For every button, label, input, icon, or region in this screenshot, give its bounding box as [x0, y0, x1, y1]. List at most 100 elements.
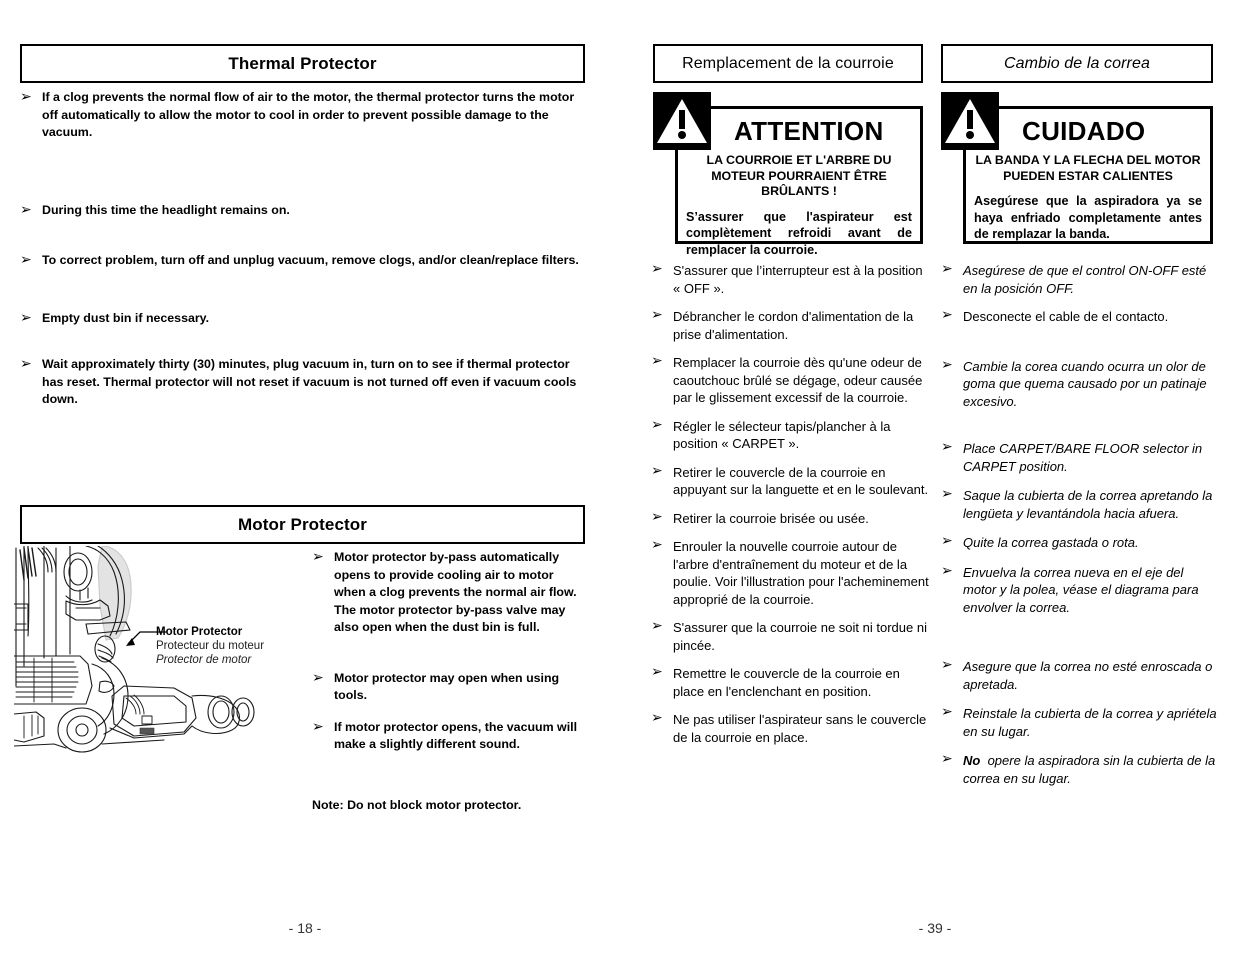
bullet-arrow-icon: ➢: [941, 562, 953, 579]
bullet-arrow-icon: ➢: [941, 356, 953, 373]
bullet-arrow-icon: ➢: [312, 669, 324, 686]
list-item: ➢ No opere la aspiradora sin la cubierta…: [941, 751, 1219, 787]
attention-warning-box-fr: ATTENTION LA COURROIE ET L'ARBRE DU MOTE…: [653, 92, 923, 257]
bullet-arrow-icon: ➢: [651, 462, 663, 479]
list-item: ➢ S'assurer que la courroie ne soit ni t…: [651, 618, 933, 654]
callout-label-fr: Protecteur du moteur: [156, 640, 265, 652]
list-item-text: Saque la cubierta de la correa apretando…: [963, 488, 1213, 521]
list-item-rest: opere la aspiradora sin la cubierta de l…: [963, 753, 1216, 786]
warning-word-fr: ATTENTION: [734, 115, 884, 146]
list-item-text: Cambie la corea cuando ocurra un olor de…: [963, 358, 1207, 409]
list-item-bold-prefix: No: [963, 753, 981, 768]
list-item: ➢ Envuelva la correa nueva en el eje del…: [941, 562, 1219, 617]
list-item-text: To correct problem, turn off and unplug …: [42, 253, 579, 267]
list-item-text: If motor protector opens, the vacuum wil…: [334, 719, 578, 752]
list-item: ➢ Saque la cubierta de la correa apretan…: [941, 486, 1219, 522]
bullet-arrow-icon: ➢: [941, 486, 953, 502]
motor-protector-title-box: Motor Protector: [20, 505, 585, 544]
list-item: ➢ Reinstale la cubierta de la correa y a…: [941, 704, 1219, 740]
list-item: ➢ Régler le sélecteur tapis/plancher à l…: [651, 417, 933, 453]
list-item-text: Motor protector by-pass automatically op…: [334, 550, 577, 634]
bullet-arrow-icon: ➢: [651, 710, 663, 726]
warning-caps-es: LA BANDA Y LA FLECHA DEL MOTOR PUEDEN ES…: [975, 153, 1201, 183]
warning-body-fr: S’assurer que l'aspirateur est complètem…: [686, 209, 912, 257]
warning-frame-es: CUIDADO LA BANDA Y LA FLECHA DEL MOTOR P…: [963, 106, 1213, 244]
warning-triangle-icon: [653, 92, 711, 150]
bullet-arrow-icon: ➢: [651, 618, 663, 634]
list-item-text: Empty dust bin if necessary.: [42, 310, 210, 325]
list-item-text: Desconecte el cable de el contacto.: [963, 309, 1169, 324]
list-item: ➢ Motor protector by-pass automatically …: [312, 549, 584, 637]
bullet-arrow-icon: ➢: [941, 261, 953, 277]
manual-page-spread: Thermal Protector ➢ If a clog prevents t…: [0, 0, 1235, 954]
thermal-protector-title: Thermal Protector: [228, 53, 377, 73]
list-item: ➢ Place CARPET/BARE FLOOR selector in CA…: [941, 439, 1219, 475]
bullet-arrow-icon: ➢: [651, 508, 663, 525]
page-number-right: - 39 -: [918, 920, 952, 936]
list-item-text: Place CARPET/BARE FLOOR selector in CARP…: [963, 441, 1203, 474]
belt-replacement-title-es: Cambio de la correa: [1004, 54, 1150, 72]
bullet-arrow-icon: ➢: [941, 704, 953, 720]
list-item: ➢ To correct problem, turn off and unplu…: [20, 252, 586, 270]
list-item-text: If a clog prevents the normal flow of ai…: [42, 90, 575, 139]
list-item: ➢ Remettre le couvercle de la courroie e…: [651, 664, 933, 700]
bullet-arrow-icon: ➢: [941, 751, 953, 767]
list-item: ➢ Remplacer la courroie dès qu'une odeur…: [651, 353, 933, 407]
bullet-arrow-icon: ➢: [651, 261, 663, 277]
list-item: ➢ Wait approximately thirty (30) minutes…: [20, 356, 586, 409]
motor-protector-bullet-list: ➢ Motor protector by-pass automatically …: [312, 549, 584, 754]
bullet-arrow-icon: ➢: [20, 252, 32, 268]
bullet-arrow-icon: ➢: [20, 356, 32, 372]
list-item-text: Wait approximately thirty (30) minutes, …: [42, 357, 577, 406]
list-item-text: Remettre le couvercle de la courroie en …: [673, 666, 900, 699]
bullet-arrow-icon: ➢: [941, 533, 953, 549]
list-item: ➢ Asegure que la correa no esté enroscad…: [941, 657, 1219, 693]
bullet-arrow-icon: ➢: [312, 549, 324, 565]
thermal-protector-bullet-list: ➢ If a clog prevents the normal flow of …: [20, 89, 586, 409]
bullet-arrow-icon: ➢: [651, 353, 663, 369]
bullet-arrow-icon: ➢: [20, 201, 32, 218]
warning-caps-fr: LA COURROIE ET L'ARBRE DU MOTEUR POURRAI…: [706, 153, 892, 198]
list-item-text: Débrancher le cordon d'alimentation de l…: [673, 309, 914, 342]
motor-protector-note: Note: Do not block motor protector.: [312, 798, 522, 812]
list-item-text: Asegúrese de que el control ON-OFF esté …: [963, 263, 1207, 296]
list-item-text: S'assurer que la courroie ne soit ni tor…: [673, 620, 927, 653]
thermal-protector-title-box: Thermal Protector: [20, 44, 585, 83]
belt-replacement-title-box-es: Cambio de la correa: [941, 44, 1213, 83]
warning-body-es: Asegúrese que la aspiradora ya se haya e…: [974, 194, 1202, 241]
list-item: ➢ Retirer le couvercle de la courroie en…: [651, 462, 933, 499]
list-item-text: Quite la correa gastada o rota.: [963, 535, 1139, 550]
list-item: ➢ If a clog prevents the normal flow of …: [20, 89, 586, 142]
motor-protector-title: Motor Protector: [238, 514, 367, 534]
bullet-arrow-icon: ➢: [20, 309, 32, 326]
cuidado-warning-box-es: CUIDADO LA BANDA Y LA FLECHA DEL MOTOR P…: [941, 92, 1213, 244]
list-item: ➢ Quite la correa gastada o rota.: [941, 533, 1219, 552]
list-item-text: Retirer la courroie brisée ou usée.: [673, 510, 869, 526]
motor-protector-callout: Motor Protector Protecteur du moteur Pro…: [156, 625, 306, 667]
list-item-text: Reinstale la cubierta de la correa y apr…: [963, 706, 1217, 739]
warning-header-es: CUIDADO: [966, 109, 1210, 153]
list-item-text: S'assurer que l’interrupteur est à la po…: [673, 263, 923, 296]
warning-frame-fr: ATTENTION LA COURROIE ET L'ARBRE DU MOTE…: [675, 106, 923, 257]
bullet-arrow-icon: ➢: [941, 307, 953, 323]
list-item-text: Enrouler la nouvelle courroie autour de …: [673, 539, 929, 607]
belt-replacement-bullet-list-fr: ➢ S'assurer que l’interrupteur est à la …: [651, 261, 933, 746]
warning-word-es: CUIDADO: [1022, 115, 1146, 146]
bullet-arrow-icon: ➢: [20, 89, 32, 105]
belt-replacement-title-box-fr: Remplacement de la courroie: [653, 44, 923, 83]
list-item-text: Ne pas utiliser l'aspirateur sans le cou…: [673, 712, 927, 745]
list-item: ➢ Desconecte el cable de el contacto.: [941, 307, 1219, 326]
page-number-left: - 18 -: [288, 920, 322, 936]
list-item-text: No opere la aspiradora sin la cubierta d…: [963, 752, 1219, 787]
list-item: ➢ During this time the headlight remains…: [20, 202, 586, 220]
list-item-text: Régler le sélecteur tapis/plancher à la …: [673, 418, 891, 452]
belt-replacement-title-fr: Remplacement de la courroie: [682, 54, 894, 72]
list-item: ➢ Ne pas utiliser l'aspirateur sans le c…: [651, 710, 933, 746]
warning-triangle-icon: [941, 92, 999, 150]
callout-label-es: Protector de motor: [156, 654, 252, 666]
list-item-text: During this time the headlight remains o…: [42, 202, 290, 217]
list-item: ➢ Asegúrese de que el control ON-OFF est…: [941, 261, 1219, 297]
list-item-text: Asegure que la correa no esté enroscada …: [963, 659, 1213, 692]
belt-replacement-bullet-list-es: ➢ Asegúrese de que el control ON-OFF est…: [941, 261, 1219, 787]
bullet-arrow-icon: ➢: [651, 664, 663, 680]
